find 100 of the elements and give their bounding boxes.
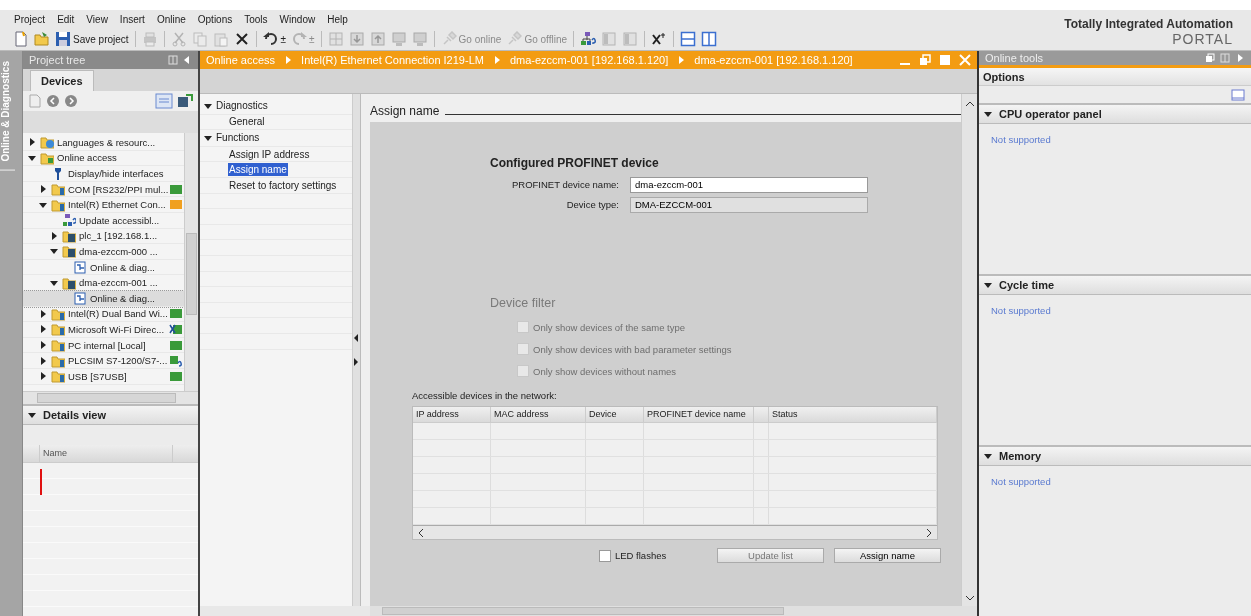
status-text: Not supported <box>990 475 1052 490</box>
horizontal-scrollbar[interactable] <box>413 525 937 539</box>
nav-item[interactable]: Assign IP address <box>228 147 311 161</box>
checkbox[interactable] <box>599 549 611 562</box>
readonly-field: DMA-EZCCM-001 <box>630 196 868 213</box>
close-icon[interactable] <box>959 54 971 66</box>
collapse-icon[interactable] <box>1235 53 1245 64</box>
scroll-right-icon[interactable] <box>925 528 933 537</box>
tree-item[interactable]: Intel(R) Dual Band Wi... <box>23 306 184 323</box>
brand-title: Totally Integrated Automation <box>1064 17 1233 31</box>
nav-group[interactable]: Diagnostics <box>200 98 352 115</box>
monitor-icon <box>411 31 428 47</box>
menu-item[interactable]: Project <box>14 13 46 25</box>
toolbar-button[interactable]: ± <box>261 31 288 47</box>
horizontal-scrollbar[interactable] <box>23 391 198 404</box>
expand-arrow-icon[interactable] <box>354 358 359 366</box>
section-header[interactable]: Cycle time <box>979 274 1251 296</box>
status-text: Not supported <box>990 304 1052 319</box>
chevron-icon[interactable] <box>27 410 37 420</box>
button[interactable]: Assign name <box>834 548 941 563</box>
collapsed-arrow-icon[interactable] <box>38 308 48 319</box>
collapsed-arrow-icon[interactable] <box>38 371 48 382</box>
forward-icon[interactable] <box>64 94 78 108</box>
status-text: Not supported <box>990 133 1052 148</box>
menu-item[interactable]: Edit <box>57 13 75 25</box>
download-icon <box>348 31 365 47</box>
nav-item[interactable]: Reset to factory settings <box>228 178 338 192</box>
vertical-scrollbar[interactable] <box>961 94 977 606</box>
tree-item[interactable]: Languages & resourc... <box>23 135 184 151</box>
collapse-icon[interactable] <box>182 55 192 65</box>
expanded-arrow-icon[interactable] <box>203 133 213 143</box>
scroll-down-icon[interactable] <box>965 594 974 602</box>
menu-item[interactable]: Insert <box>119 13 145 25</box>
vertical-scrollbar[interactable] <box>184 133 198 391</box>
collapse-arrow-icon[interactable] <box>354 334 359 342</box>
tree-item[interactable]: PC internal [Local] <box>23 337 184 354</box>
plug-icon <box>506 31 523 47</box>
document-icon[interactable] <box>28 94 42 108</box>
section-header[interactable]: Details view <box>23 404 198 425</box>
copy-icon <box>191 31 208 47</box>
checkbox-label: Only show devices without names <box>533 365 677 377</box>
tree-item[interactable]: Update accessibl... <box>23 212 184 229</box>
undo-arrow-icon <box>262 31 279 47</box>
folder-interface-icon <box>51 322 65 337</box>
group-title: Device filter <box>490 296 557 310</box>
checkbox-label: Only show devices of the same type <box>533 321 686 333</box>
device-export-icon[interactable] <box>177 93 193 109</box>
scroll-left-icon[interactable] <box>417 528 425 537</box>
collapsed-arrow-icon[interactable] <box>38 184 48 195</box>
restore-icon[interactable] <box>919 54 931 66</box>
section-header[interactable]: CPU operator panel <box>979 103 1251 125</box>
collapsed-arrow-icon[interactable] <box>27 137 37 148</box>
tree-item[interactable]: Intel(R) Ethernet Con... <box>23 197 184 213</box>
tree-item[interactable]: Microsoft Wi-Fi Direc... <box>23 322 184 338</box>
window-icon[interactable] <box>1231 88 1245 101</box>
tree-item[interactable]: PLCSIM S7-1200/S7-... <box>23 353 184 369</box>
tree-item[interactable]: Online & diag... <box>23 259 184 276</box>
collapsed-arrow-icon[interactable] <box>38 355 48 366</box>
collapsed-arrow-icon[interactable] <box>49 230 59 241</box>
folder-interface-icon <box>51 306 65 321</box>
scissors-icon <box>170 31 187 47</box>
menu-item[interactable]: Help <box>327 13 348 25</box>
vertical-split-icon <box>701 31 718 47</box>
folder-interface-icon <box>51 338 65 352</box>
splitter-handle[interactable] <box>352 94 361 606</box>
collapsed-arrow-icon[interactable] <box>38 324 48 335</box>
maximize-icon[interactable] <box>939 54 951 66</box>
tree-item[interactable]: USB [S7USB] <box>23 368 184 385</box>
nav-item[interactable]: General <box>228 115 266 129</box>
upload-icon <box>369 31 386 47</box>
network-search-icon <box>580 31 597 47</box>
collapsed-arrow-icon[interactable] <box>38 340 48 350</box>
panel-icon <box>622 31 639 47</box>
menu-item[interactable]: Options <box>197 13 233 25</box>
toolbar-button[interactable]: Save project <box>54 31 130 47</box>
pin-icon[interactable] <box>168 55 178 65</box>
tree-item[interactable]: dma-ezccm-000 ... <box>23 244 184 260</box>
checkbox-label: LED flashes <box>615 550 667 561</box>
restore-icon[interactable] <box>1205 53 1215 64</box>
text-cursor <box>40 469 42 495</box>
section-title: Assign name <box>370 104 440 118</box>
nav-item[interactable]: Assign name <box>228 163 288 177</box>
menu-item[interactable]: Online <box>156 13 186 25</box>
folder-interface-icon <box>51 369 65 384</box>
menu-item[interactable]: Tools <box>244 13 268 25</box>
scroll-up-icon[interactable] <box>965 100 974 108</box>
field-label: PROFINET device name: <box>511 179 620 190</box>
menu-item[interactable]: View <box>86 13 108 25</box>
nav-group[interactable]: Functions <box>200 130 352 147</box>
tree-item[interactable]: plc_1 [192.168.1... <box>23 228 184 245</box>
input-field[interactable]: dma-ezccm-001 <box>630 176 868 193</box>
menu-item[interactable]: Window <box>279 13 316 25</box>
horizontal-scrollbar[interactable] <box>370 606 977 616</box>
tree-item[interactable]: Display/hide interfaces <box>23 166 184 182</box>
back-icon[interactable] <box>46 94 60 108</box>
tree-item[interactable]: Online access <box>23 150 184 167</box>
pin-icon[interactable] <box>1220 53 1230 64</box>
panel-tab[interactable]: Devices <box>30 70 94 91</box>
tree-item[interactable]: COM [RS232/PPI mul... <box>23 181 184 198</box>
section-header[interactable]: Memory <box>979 445 1251 467</box>
